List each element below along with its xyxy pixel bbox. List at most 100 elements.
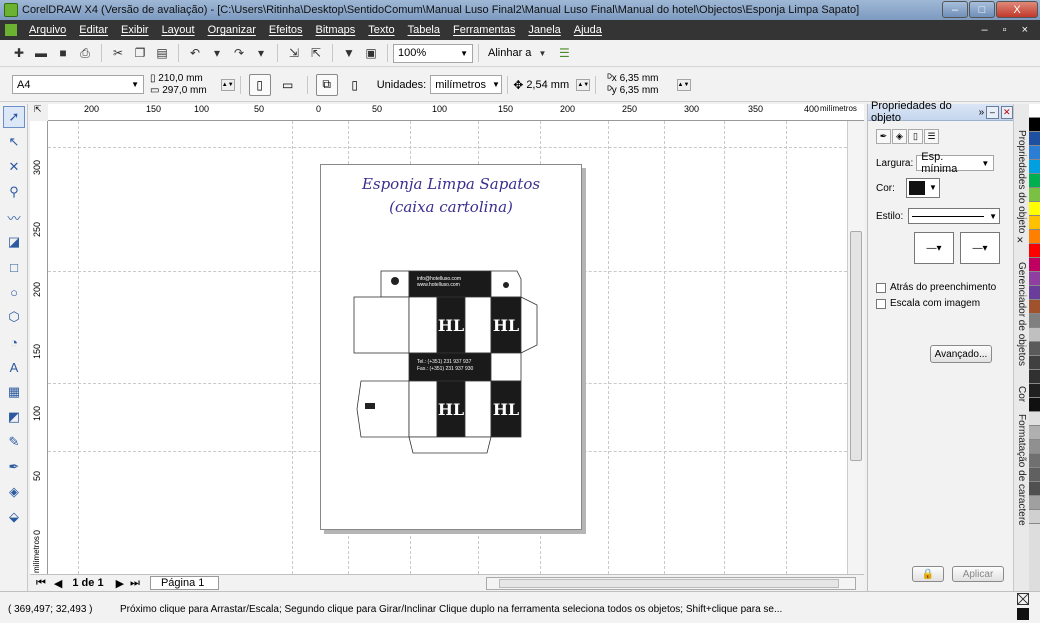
apply-button[interactable]: Aplicar — [952, 566, 1004, 582]
close-tab-icon[interactable]: ✕ — [1016, 236, 1026, 246]
drawing-canvas[interactable]: Esponja Limpa Sapatos (caixa cartolina) — [48, 121, 847, 574]
guideline[interactable] — [664, 121, 665, 574]
fill-tab-icon[interactable]: ◈ — [892, 129, 907, 144]
palette-swatch[interactable] — [1029, 230, 1040, 244]
export-icon[interactable]: ⇱ — [308, 45, 324, 61]
fill-tool-icon[interactable]: ◈ — [3, 481, 25, 503]
detail-tab-icon[interactable]: ☰ — [924, 129, 939, 144]
scale-with-image-row[interactable]: Escala com imagem — [876, 298, 980, 309]
page-width-field[interactable]: ▯ 210,0 mm — [150, 73, 207, 85]
polygon-tool-icon[interactable]: ⬡ — [3, 306, 25, 328]
snap-to-button[interactable]: Alinhar a — [488, 47, 531, 59]
palette-swatch[interactable] — [1029, 258, 1040, 272]
ellipse-tool-icon[interactable]: ○ — [3, 281, 25, 303]
palette-swatch[interactable] — [1029, 356, 1040, 370]
cut-icon[interactable]: ✂ — [110, 45, 126, 61]
options-icon[interactable]: ☰ — [556, 45, 572, 61]
palette-swatch[interactable] — [1029, 314, 1040, 328]
close-button[interactable]: X — [996, 1, 1038, 18]
portrait-icon[interactable]: ▯ — [248, 73, 271, 96]
behind-fill-checkbox[interactable] — [876, 282, 886, 293]
outline-style-select[interactable]: ▼ — [908, 208, 1000, 224]
all-pages-icon[interactable]: ⧉ — [315, 73, 338, 96]
open-folder-icon[interactable]: ▬ — [33, 45, 49, 61]
palette-swatch[interactable] — [1029, 146, 1040, 160]
menu-organizar[interactable]: Organizar — [208, 24, 256, 36]
menu-arquivo[interactable]: Arquivo — [29, 24, 66, 36]
smart-fill-tool-icon[interactable]: ◪ — [3, 231, 25, 253]
palette-swatch[interactable] — [1029, 216, 1040, 230]
application-launcher-icon[interactable]: ▼ — [341, 45, 357, 61]
duplicate-x-field[interactable]: ᴰx 6,35 mm — [607, 73, 658, 85]
palette-swatch[interactable] — [1029, 384, 1040, 398]
palette-swatch[interactable] — [1029, 174, 1040, 188]
guideline[interactable] — [292, 121, 293, 574]
tab-color[interactable]: Cor — [1016, 386, 1027, 402]
box-dieline[interactable]: HL HL HL HL — [321, 165, 583, 531]
new-document-icon[interactable]: ✚ — [11, 45, 27, 61]
menu-tabela[interactable]: Tabela — [408, 24, 440, 36]
tab-object-manager[interactable]: Gerenciador de objetos — [1016, 262, 1027, 366]
palette-swatch[interactable] — [1029, 160, 1040, 174]
palette-swatch[interactable] — [1029, 496, 1040, 510]
maximize-button[interactable]: □ — [969, 1, 995, 18]
palette-swatch[interactable] — [1029, 286, 1040, 300]
vertical-ruler[interactable]: 300 250 200 150 100 50 0 milímetros — [30, 121, 48, 574]
menu-janela[interactable]: Janela — [528, 24, 560, 36]
minimize-docker-button[interactable]: – — [986, 105, 999, 119]
interactive-blend-tool-icon[interactable]: ◩ — [3, 406, 25, 428]
menu-ferramentas[interactable]: Ferramentas — [453, 24, 515, 36]
undo-dropdown-icon[interactable]: ▾ — [209, 45, 225, 61]
minimize-button[interactable]: – — [942, 1, 968, 18]
import-icon[interactable]: ⇲ — [286, 45, 302, 61]
undo-icon[interactable]: ↶ — [187, 45, 203, 61]
rectangle-tool-icon[interactable]: □ — [3, 256, 25, 278]
zoom-levels-select[interactable]: 100% ▼ — [393, 43, 473, 63]
outline-color-picker[interactable]: ▼ — [906, 178, 940, 198]
palette-swatch[interactable] — [1029, 118, 1040, 132]
behind-fill-row[interactable]: Atrás do preenchimento — [876, 282, 996, 293]
freehand-tool-icon[interactable]: 〰 — [3, 206, 25, 228]
tab-character-formatting[interactable]: Formatação de caractere — [1016, 414, 1027, 526]
scrollbar-thumb[interactable] — [850, 231, 862, 461]
coreldraw-app-icon[interactable] — [4, 3, 18, 17]
palette-swatch[interactable] — [1029, 132, 1040, 146]
shape-tool-icon[interactable]: ↖ — [3, 131, 25, 153]
document-icon[interactable] — [5, 24, 17, 36]
eyedropper-tool-icon[interactable]: ✎ — [3, 431, 25, 453]
lock-icon[interactable]: 🔒 — [912, 566, 944, 582]
first-page-icon[interactable]: ⏮ — [36, 577, 46, 590]
zoom-tool-icon[interactable]: ⚲ — [3, 181, 25, 203]
menu-ajuda[interactable]: Ajuda — [574, 24, 602, 36]
palette-swatch[interactable] — [1029, 454, 1040, 468]
palette-swatch[interactable] — [1029, 342, 1040, 356]
outline-tab-icon[interactable]: ✒ — [876, 129, 891, 144]
palette-swatch[interactable] — [1029, 272, 1040, 286]
document-page[interactable]: Esponja Limpa Sapatos (caixa cartolina) — [320, 164, 582, 530]
redo-dropdown-icon[interactable]: ▾ — [253, 45, 269, 61]
horizontal-scrollbar[interactable] — [486, 577, 856, 590]
expand-icon[interactable]: » — [979, 107, 985, 118]
paste-icon[interactable]: ▤ — [154, 45, 170, 61]
end-arrowhead-select[interactable]: —▾ — [960, 232, 1000, 264]
print-icon[interactable]: ⎙ — [77, 45, 93, 61]
duplicate-y-field[interactable]: ᴰy 6,35 mm — [607, 85, 658, 97]
scale-with-image-checkbox[interactable] — [876, 298, 886, 309]
palette-swatch[interactable] — [1029, 412, 1040, 426]
guideline[interactable] — [78, 121, 79, 574]
palette-swatch[interactable] — [1029, 370, 1040, 384]
interactive-fill-tool-icon[interactable]: ⬙ — [3, 506, 25, 528]
menu-exibir[interactable]: Exibir — [121, 24, 149, 36]
duplicate-spinner[interactable]: ▲▼ — [676, 78, 691, 91]
palette-swatch[interactable] — [1029, 440, 1040, 454]
palette-swatch[interactable] — [1029, 300, 1040, 314]
basic-shapes-tool-icon[interactable]: ◔ — [3, 331, 25, 353]
menu-layout[interactable]: Layout — [162, 24, 195, 36]
palette-swatch[interactable] — [1029, 244, 1040, 258]
crop-tool-icon[interactable]: ✕ — [3, 156, 25, 178]
dimension-spinner[interactable]: ▲▼ — [220, 78, 235, 91]
pick-tool-icon[interactable]: ➚ — [3, 106, 25, 128]
nudge-spinner[interactable]: ▲▼ — [576, 78, 591, 91]
document-window-controls[interactable]: – ▫ × — [981, 24, 1034, 36]
menu-editar[interactable]: Editar — [79, 24, 108, 36]
